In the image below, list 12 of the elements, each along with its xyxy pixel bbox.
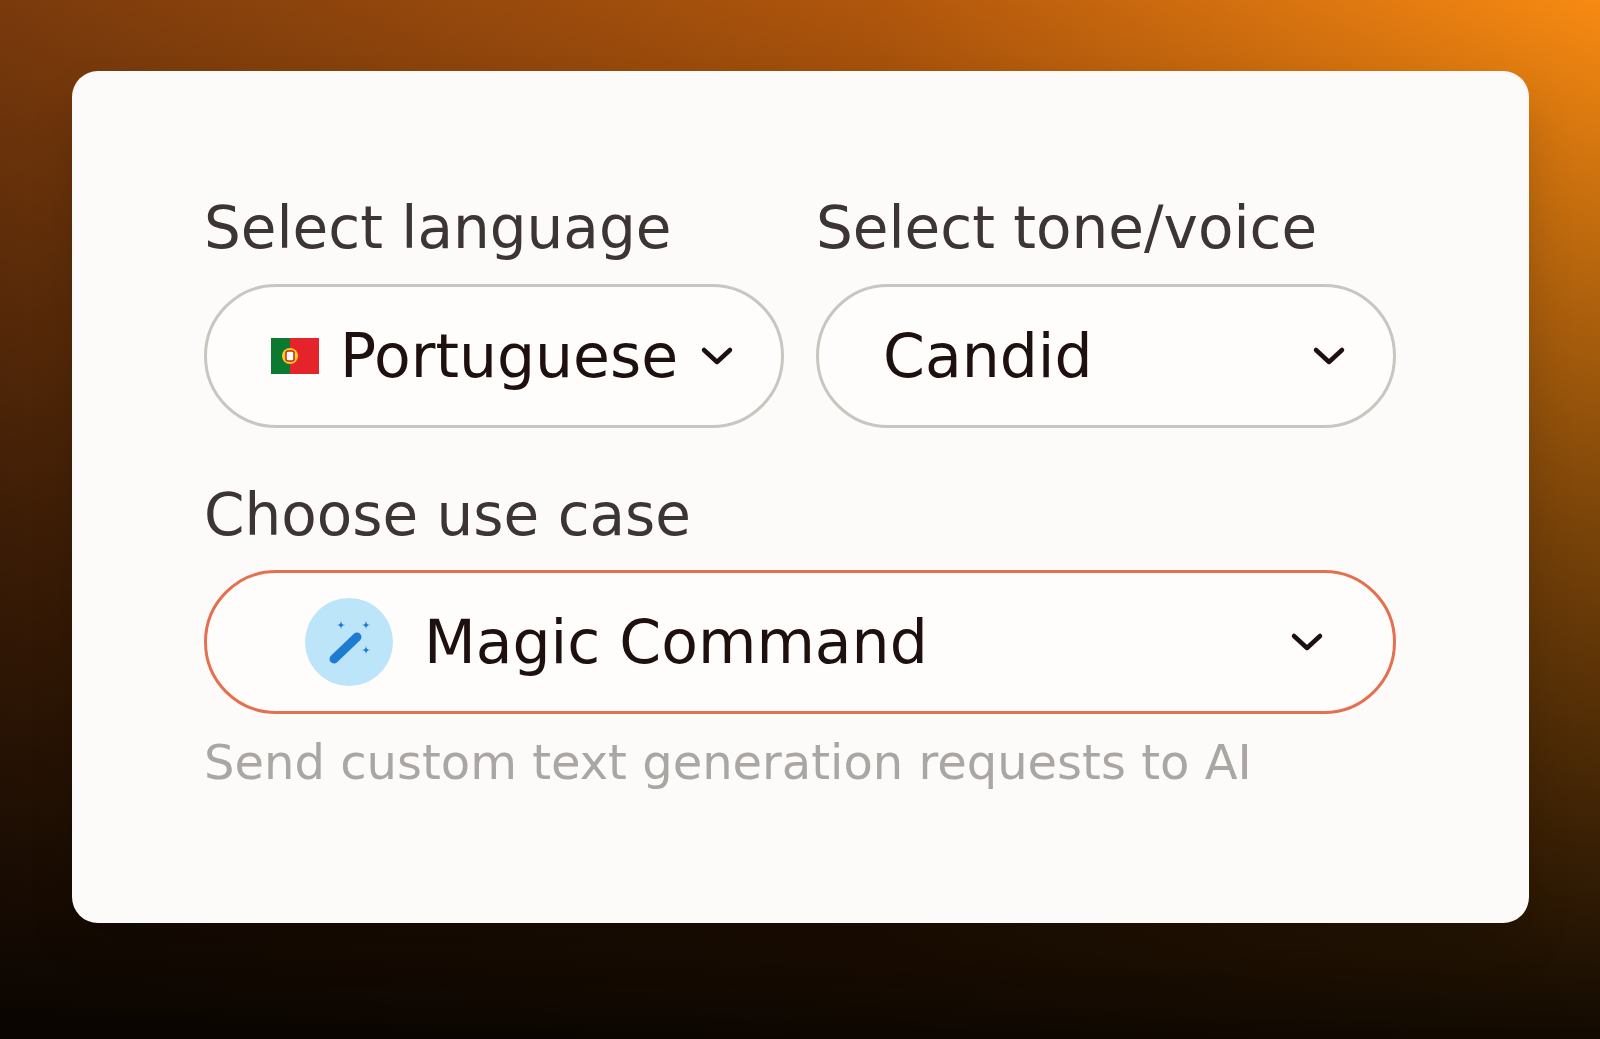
field-description: Send custom text generation requests to AI [204,734,1252,792]
language-dropdown[interactable]: Portuguese [204,283,784,428]
field-label: Select tone/voice [816,194,1318,264]
field-label: Choose use case [204,480,691,551]
tone-dropdown[interactable]: Candid [816,283,1396,428]
field-label: Select language [204,194,672,264]
magic-wand-icon [305,598,393,687]
chevron-down-icon [700,345,734,366]
chevron-down-icon [1290,632,1324,653]
use-case-dropdown[interactable]: Magic Command [204,570,1396,715]
chevron-down-icon [1312,345,1346,366]
flag-icon [271,337,319,374]
